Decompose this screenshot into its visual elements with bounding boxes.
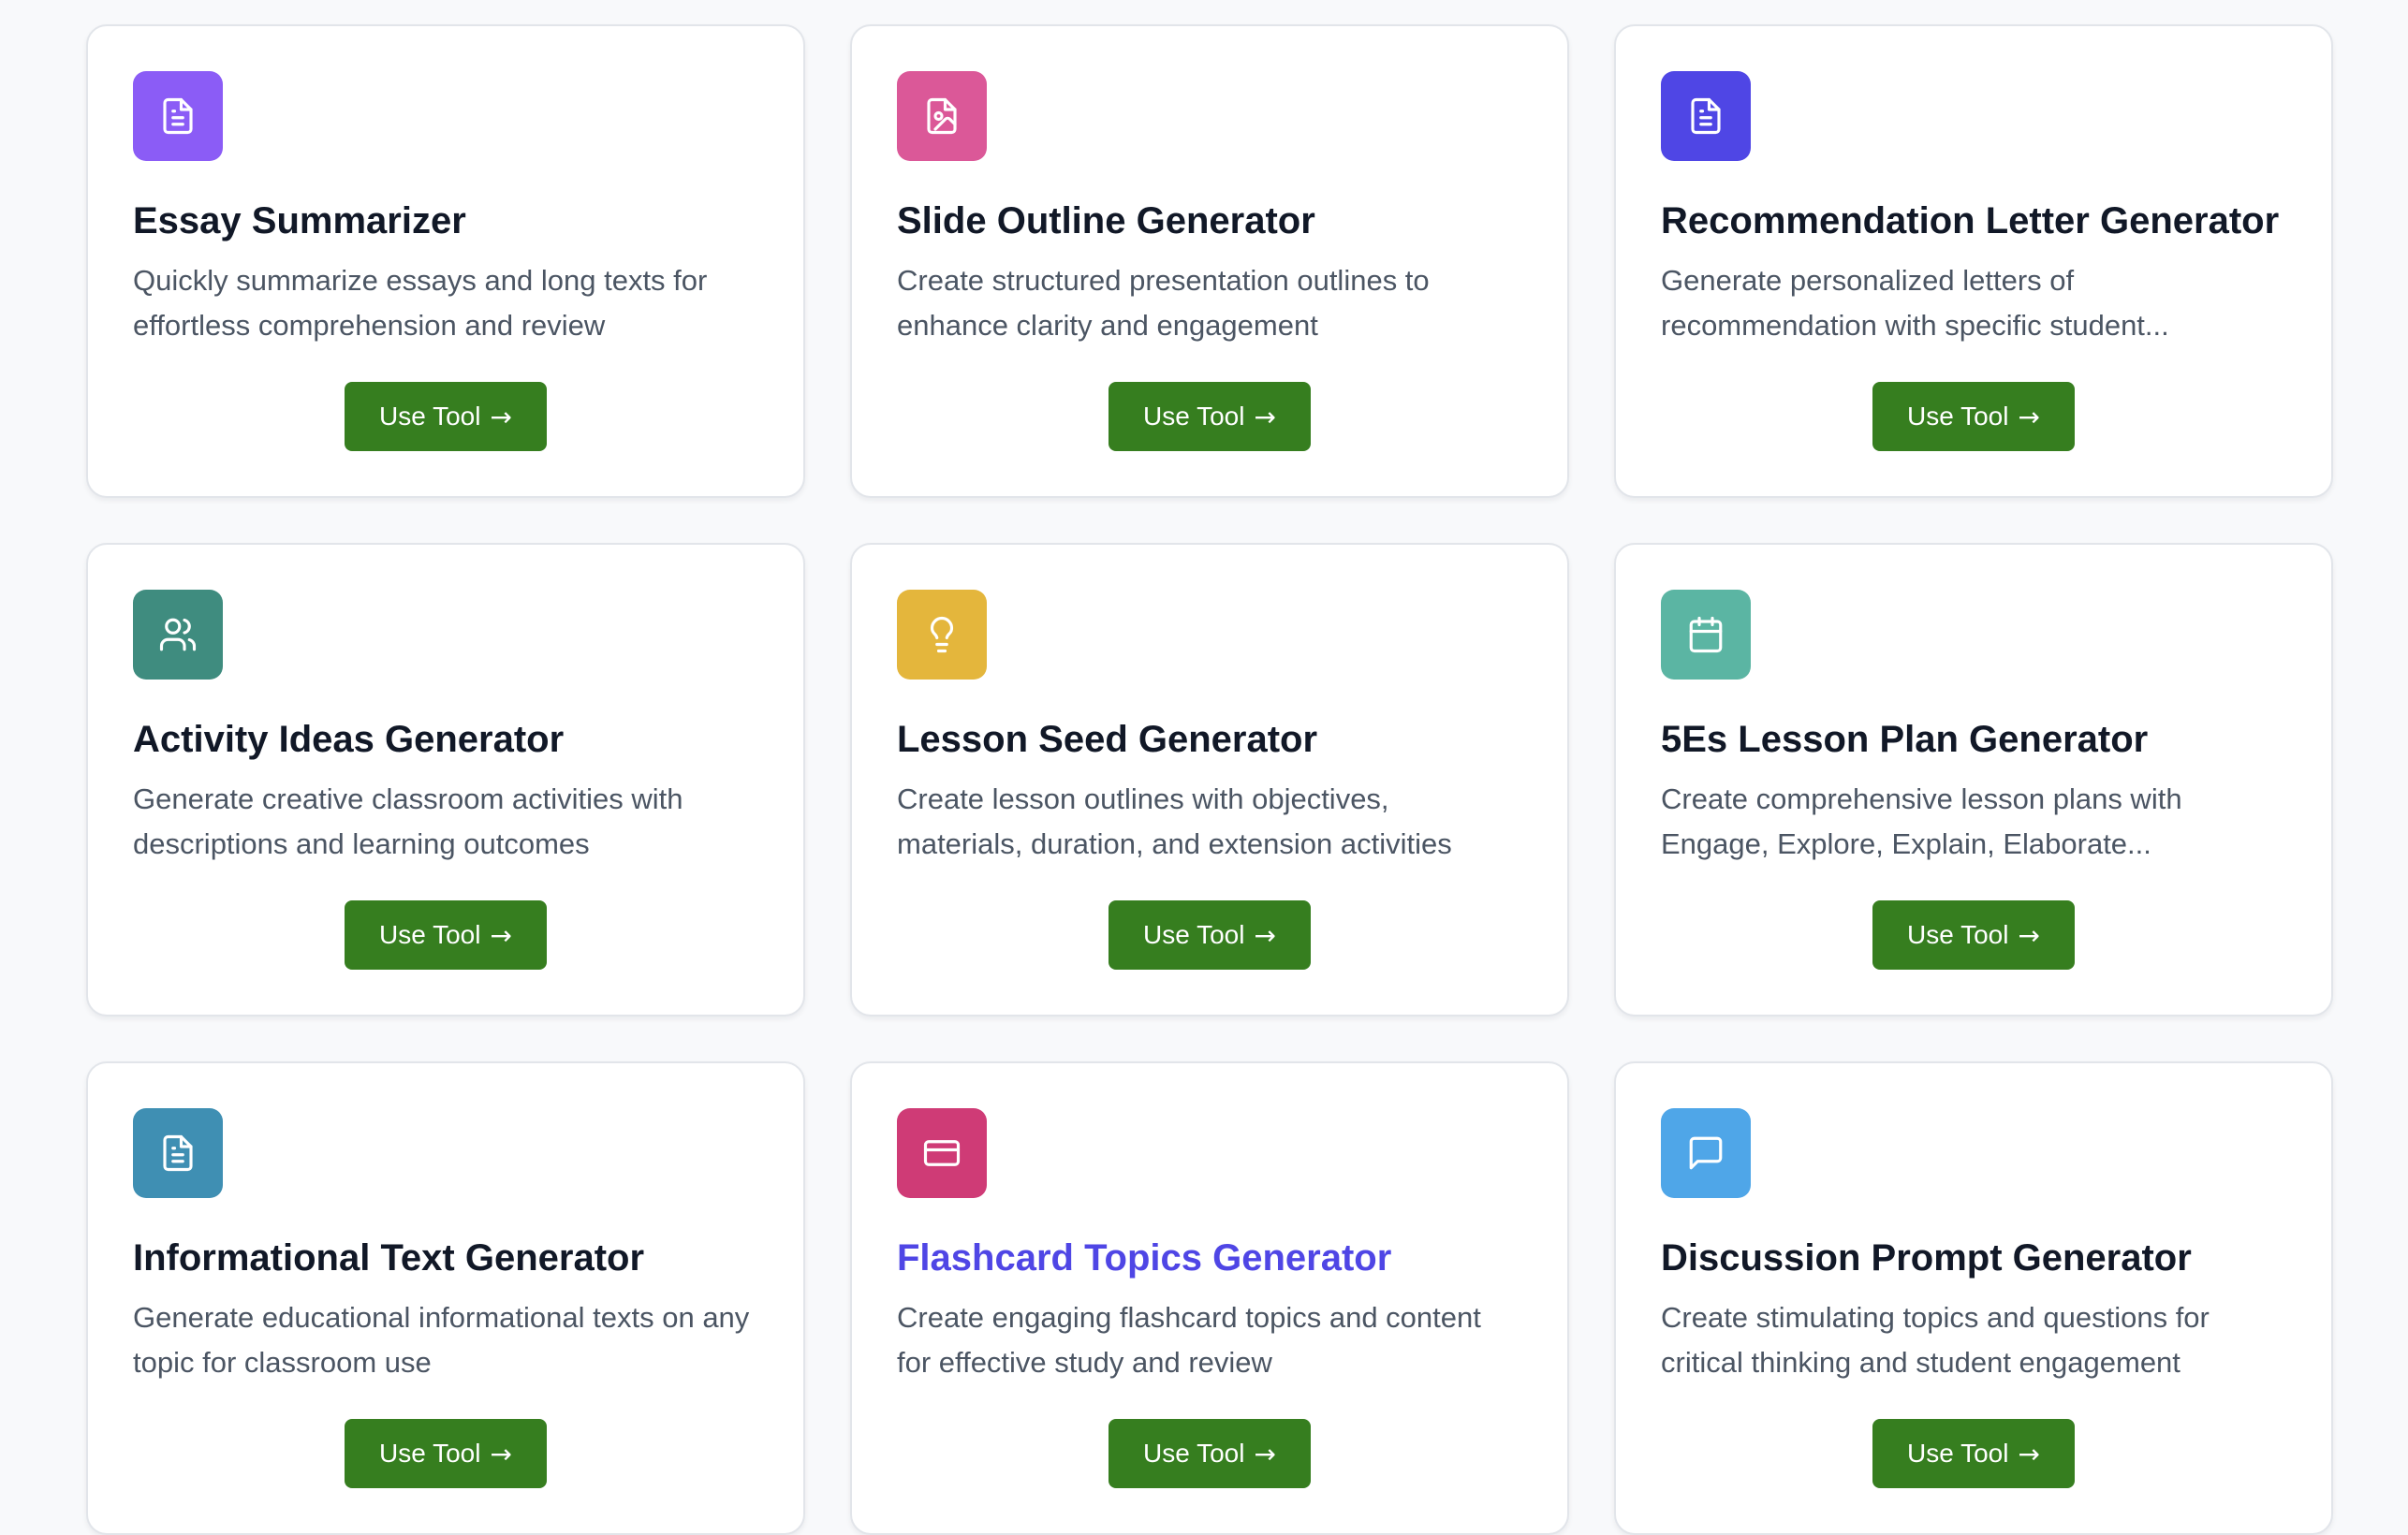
use-tool-button[interactable]: Use Tool → bbox=[345, 382, 547, 451]
tool-card-informational-text-generator[interactable]: Informational Text Generator Generate ed… bbox=[86, 1061, 805, 1535]
tool-card-lesson-seed-generator[interactable]: Lesson Seed Generator Create lesson outl… bbox=[850, 543, 1569, 1016]
card-icon-box bbox=[897, 71, 987, 161]
arrow-right-icon: → bbox=[2018, 1438, 2040, 1469]
calendar-icon bbox=[1689, 616, 1723, 653]
use-tool-button-label: Use Tool bbox=[379, 920, 481, 949]
tool-card-flashcard-topics-generator[interactable]: Flashcard Topics Generator Create engagi… bbox=[850, 1061, 1569, 1535]
file-text-icon bbox=[163, 1134, 193, 1172]
use-tool-button[interactable]: Use Tool → bbox=[1872, 900, 2075, 970]
card-title[interactable]: Informational Text Generator bbox=[133, 1232, 758, 1284]
lightbulb-icon bbox=[930, 617, 954, 653]
card-title[interactable]: Flashcard Topics Generator bbox=[897, 1232, 1522, 1284]
use-tool-button[interactable]: Use Tool → bbox=[1109, 1419, 1311, 1488]
card-description: Create structured presentation outlines … bbox=[897, 264, 1430, 342]
tool-card-recommendation-letter-generator[interactable]: Recommendation Letter Generator Generate… bbox=[1614, 24, 2333, 498]
arrow-right-icon: → bbox=[1254, 919, 1276, 951]
use-tool-button-label: Use Tool bbox=[379, 1439, 481, 1468]
arrow-right-icon: → bbox=[490, 401, 512, 432]
card-description: Create stimulating topics and questions … bbox=[1661, 1301, 2210, 1379]
card-description: Create comprehensive lesson plans with E… bbox=[1661, 782, 2182, 860]
use-tool-button-label: Use Tool bbox=[1907, 920, 2009, 949]
use-tool-button-label: Use Tool bbox=[379, 402, 481, 431]
card-title[interactable]: Slide Outline Generator bbox=[897, 195, 1522, 247]
card-title[interactable]: Recommendation Letter Generator bbox=[1661, 195, 2286, 247]
card-description: Generate educational informational texts… bbox=[133, 1301, 750, 1379]
use-tool-button[interactable]: Use Tool → bbox=[1872, 382, 2075, 451]
use-tool-button-label: Use Tool bbox=[1143, 402, 1245, 431]
card-icon-box bbox=[1661, 71, 1751, 161]
card-description: Create engaging flashcard topics and con… bbox=[897, 1301, 1481, 1379]
card-description: Generate personalized letters of recomme… bbox=[1661, 264, 2169, 342]
file-image-icon bbox=[927, 97, 957, 135]
file-text-icon bbox=[1691, 97, 1721, 135]
use-tool-button-label: Use Tool bbox=[1907, 1439, 2009, 1468]
arrow-right-icon: → bbox=[490, 1438, 512, 1469]
card-title[interactable]: Discussion Prompt Generator bbox=[1661, 1232, 2286, 1284]
tool-card-grid: Essay Summarizer Quickly summarize essay… bbox=[86, 24, 2333, 1535]
use-tool-button[interactable]: Use Tool → bbox=[345, 900, 547, 970]
card-icon-box bbox=[133, 590, 223, 680]
arrow-right-icon: → bbox=[2018, 919, 2040, 951]
card-icon-box bbox=[897, 590, 987, 680]
tool-card-slide-outline-generator[interactable]: Slide Outline Generator Create structure… bbox=[850, 24, 1569, 498]
arrow-right-icon: → bbox=[1254, 1438, 1276, 1469]
use-tool-button[interactable]: Use Tool → bbox=[345, 1419, 547, 1488]
card-description: Quickly summarize essays and long texts … bbox=[133, 264, 708, 342]
use-tool-button-label: Use Tool bbox=[1143, 1439, 1245, 1468]
card-title[interactable]: Lesson Seed Generator bbox=[897, 713, 1522, 766]
card-icon-box bbox=[897, 1108, 987, 1198]
card-title[interactable]: Activity Ideas Generator bbox=[133, 713, 758, 766]
use-tool-button-label: Use Tool bbox=[1143, 920, 1245, 949]
tool-card-5es-lesson-plan-generator[interactable]: 5Es Lesson Plan Generator Create compreh… bbox=[1614, 543, 2333, 1016]
message-square-icon bbox=[1689, 1136, 1723, 1170]
use-tool-button[interactable]: Use Tool → bbox=[1872, 1419, 2075, 1488]
users-icon bbox=[159, 618, 197, 651]
card-icon-box bbox=[1661, 1108, 1751, 1198]
tool-card-activity-ideas-generator[interactable]: Activity Ideas Generator Generate creati… bbox=[86, 543, 805, 1016]
arrow-right-icon: → bbox=[490, 919, 512, 951]
card-description: Generate creative classroom activities w… bbox=[133, 782, 683, 860]
tool-card-essay-summarizer[interactable]: Essay Summarizer Quickly summarize essay… bbox=[86, 24, 805, 498]
arrow-right-icon: → bbox=[1254, 401, 1276, 432]
card-description: Create lesson outlines with objectives, … bbox=[897, 782, 1452, 860]
card-icon-box bbox=[133, 1108, 223, 1198]
card-icon-box bbox=[133, 71, 223, 161]
arrow-right-icon: → bbox=[2018, 401, 2040, 432]
use-tool-button[interactable]: Use Tool → bbox=[1109, 900, 1311, 970]
card-title[interactable]: Essay Summarizer bbox=[133, 195, 758, 247]
use-tool-button[interactable]: Use Tool → bbox=[1109, 382, 1311, 451]
use-tool-button-label: Use Tool bbox=[1907, 402, 2009, 431]
credit-card-icon bbox=[923, 1140, 961, 1166]
file-text-icon bbox=[163, 97, 193, 135]
card-icon-box bbox=[1661, 590, 1751, 680]
tool-card-discussion-prompt-generator[interactable]: Discussion Prompt Generator Create stimu… bbox=[1614, 1061, 2333, 1535]
card-title[interactable]: 5Es Lesson Plan Generator bbox=[1661, 713, 2286, 766]
